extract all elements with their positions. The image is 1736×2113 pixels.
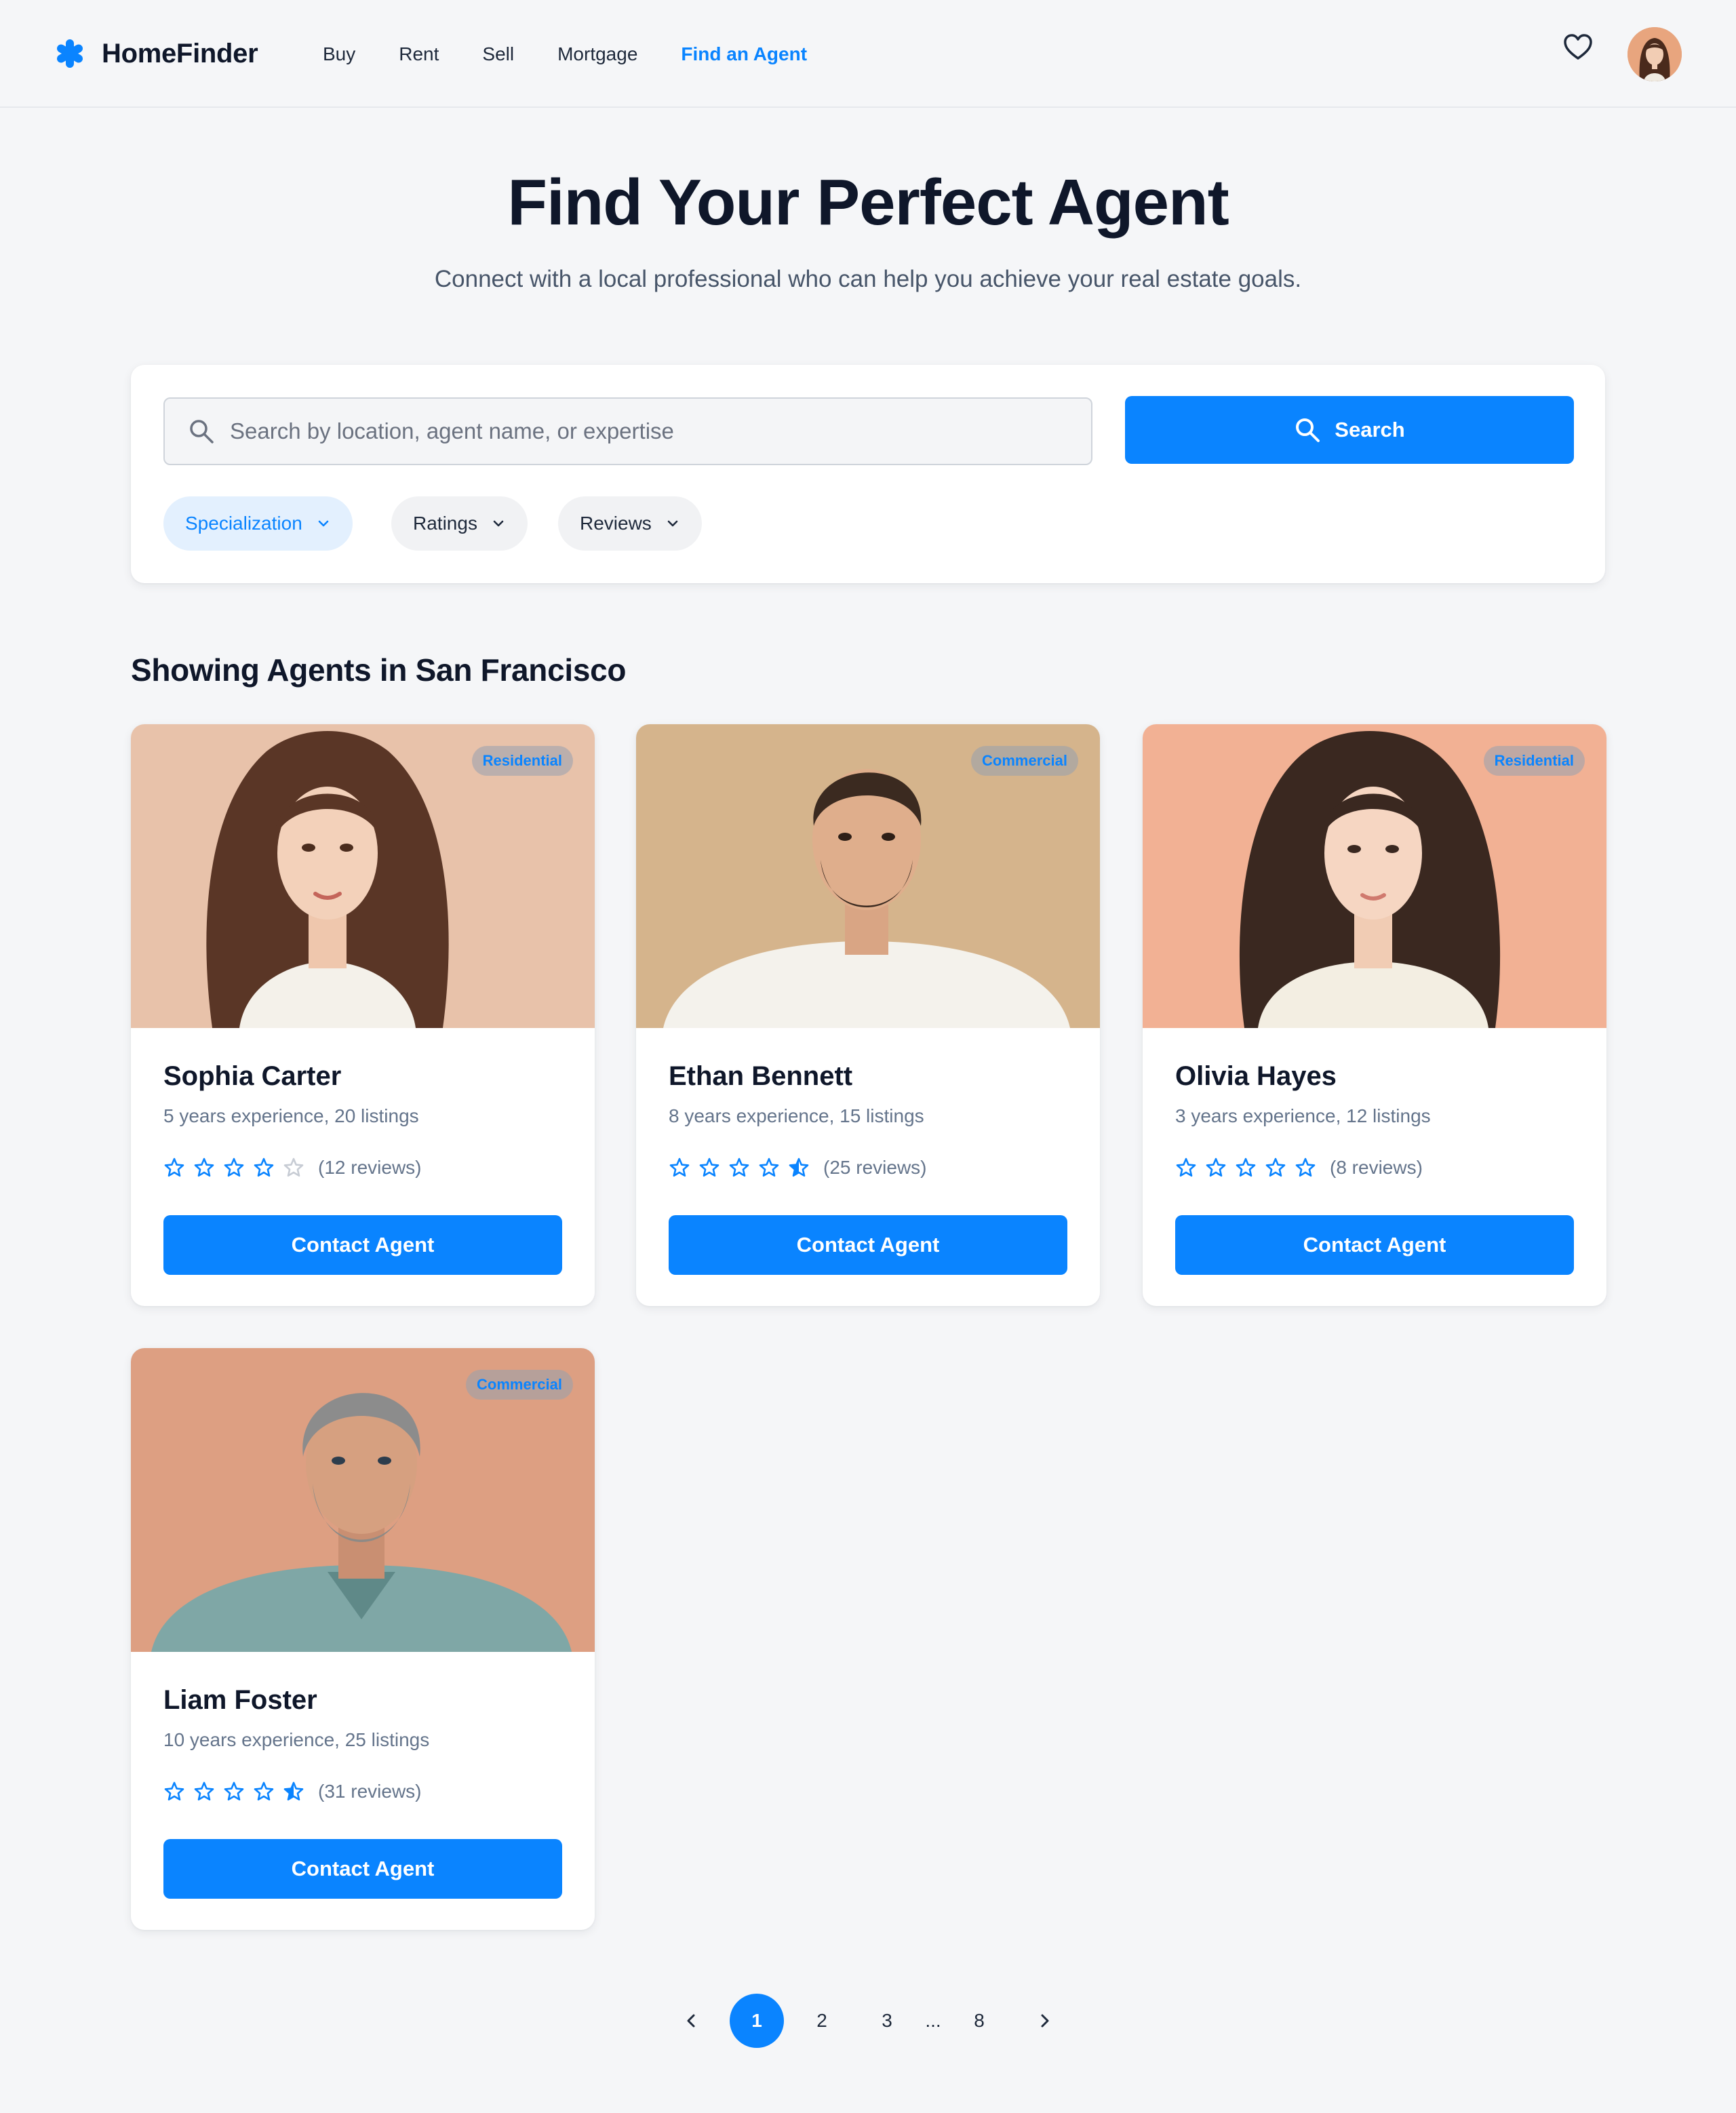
review-count: (25 reviews) (823, 1157, 927, 1178)
star-full-icon (1236, 1158, 1256, 1177)
brand-logo[interactable]: HomeFinder (54, 38, 258, 69)
chevron-down-icon (493, 520, 504, 527)
review-count: (8 reviews) (1330, 1157, 1423, 1178)
rating-stars: (12 reviews) (163, 1156, 421, 1180)
page-button-2[interactable]: 2 (795, 1994, 849, 2048)
nav-link-rent[interactable]: Rent (399, 42, 439, 66)
search-icon (190, 420, 214, 443)
search-button[interactable]: Search (1125, 396, 1574, 464)
filter-specialization[interactable]: Specialization (163, 496, 353, 551)
page-button-1[interactable]: 1 (730, 1994, 784, 2048)
filter-ratings[interactable]: Ratings (391, 496, 528, 551)
primary-nav: Buy Rent Sell Mortgage Find an Agent (323, 42, 850, 66)
nav-link-mortgage[interactable]: Mortgage (557, 42, 637, 66)
agent-card: Residential Olivia Hayes 3 years experie… (1143, 724, 1606, 1306)
review-count: (12 reviews) (318, 1157, 422, 1178)
asterisk-logo-icon (57, 39, 83, 68)
results-heading: Showing Agents in San Francisco (131, 652, 627, 688)
chevron-right-icon (1041, 2014, 1049, 2028)
specialty-badge: Commercial (971, 746, 1078, 776)
star-full-icon (194, 1781, 214, 1801)
filter-label: Specialization (185, 513, 302, 534)
heart-icon[interactable] (1562, 33, 1594, 61)
star-empty-icon (283, 1158, 304, 1177)
specialty-badge: Residential (471, 746, 573, 776)
nav-link-find-agent[interactable]: Find an Agent (681, 42, 807, 66)
star-full-icon (164, 1158, 184, 1177)
star-full-icon (224, 1158, 244, 1177)
filter-label: Reviews (580, 513, 652, 534)
chevron-left-icon (687, 2014, 695, 2028)
top-nav: HomeFinder Buy Rent Sell Mortgage Find a… (0, 0, 1736, 108)
agent-meta: 10 years experience, 25 listings (163, 1729, 430, 1750)
search-button-label: Search (1335, 418, 1405, 441)
nav-link-buy[interactable]: Buy (323, 42, 355, 66)
star-full-icon (164, 1781, 184, 1801)
star-half-icon (283, 1781, 304, 1801)
page-title: Find Your Perfect Agent (507, 166, 1229, 239)
brand-name: HomeFinder (102, 38, 258, 68)
search-panel: Search Specialization Ratings Reviews (131, 365, 1605, 583)
contact-agent-button[interactable]: Contact Agent (163, 1839, 562, 1899)
star-full-icon (1206, 1158, 1226, 1177)
specialty-badge: Residential (1483, 746, 1585, 776)
chevron-down-icon (318, 520, 329, 527)
agent-meta: 3 years experience, 12 listings (1175, 1105, 1431, 1126)
star-full-icon (729, 1158, 749, 1177)
star-full-icon (254, 1158, 274, 1177)
search-field[interactable] (163, 397, 1092, 465)
star-full-icon (194, 1158, 214, 1177)
agent-name: Olivia Hayes (1175, 1061, 1337, 1091)
contact-agent-button[interactable]: Contact Agent (163, 1215, 562, 1275)
star-full-icon (224, 1781, 244, 1801)
star-full-icon (699, 1158, 719, 1177)
user-avatar[interactable] (1628, 27, 1682, 81)
star-full-icon (669, 1158, 690, 1177)
contact-agent-button[interactable]: Contact Agent (1175, 1215, 1574, 1275)
prev-page-button[interactable] (665, 1994, 719, 2048)
agent-card: Residential Sophia Carter 5 years experi… (131, 724, 595, 1306)
agent-name: Liam Foster (163, 1685, 317, 1715)
contact-agent-button[interactable]: Contact Agent (669, 1215, 1067, 1275)
filter-label: Ratings (413, 513, 477, 534)
star-full-icon (1295, 1158, 1316, 1177)
review-count: (31 reviews) (318, 1781, 422, 1802)
filter-reviews[interactable]: Reviews (558, 496, 702, 551)
agent-card: Commercial Liam Foster 10 years experien… (131, 1348, 595, 1930)
specialty-badge: Commercial (466, 1370, 573, 1400)
nav-link-sell[interactable]: Sell (482, 42, 514, 66)
star-full-icon (1176, 1158, 1196, 1177)
chevron-down-icon (667, 520, 678, 527)
star-half-icon (789, 1158, 809, 1177)
agent-meta: 8 years experience, 15 listings (669, 1105, 924, 1126)
rating-stars: (8 reviews) (1175, 1156, 1423, 1180)
star-full-icon (759, 1158, 779, 1177)
avatar-portrait (1628, 27, 1682, 81)
page-button-8[interactable]: 8 (952, 1994, 1006, 2048)
star-full-icon (254, 1781, 274, 1801)
agent-name: Ethan Bennett (669, 1061, 853, 1091)
next-page-button[interactable] (1017, 1994, 1071, 2048)
agent-meta: 5 years experience, 20 listings (163, 1105, 419, 1126)
rating-stars: (25 reviews) (669, 1156, 926, 1180)
rating-stars: (31 reviews) (163, 1779, 421, 1804)
star-full-icon (1265, 1158, 1286, 1177)
pagination: 1 2 3 ... 8 (0, 1994, 1736, 2048)
search-icon (1296, 418, 1320, 442)
agent-name: Sophia Carter (163, 1061, 342, 1091)
page-subtitle: Connect with a local professional who ca… (434, 266, 1302, 292)
search-input[interactable] (230, 418, 1044, 444)
agent-card: Commercial Ethan Bennett 8 years experie… (636, 724, 1100, 1306)
